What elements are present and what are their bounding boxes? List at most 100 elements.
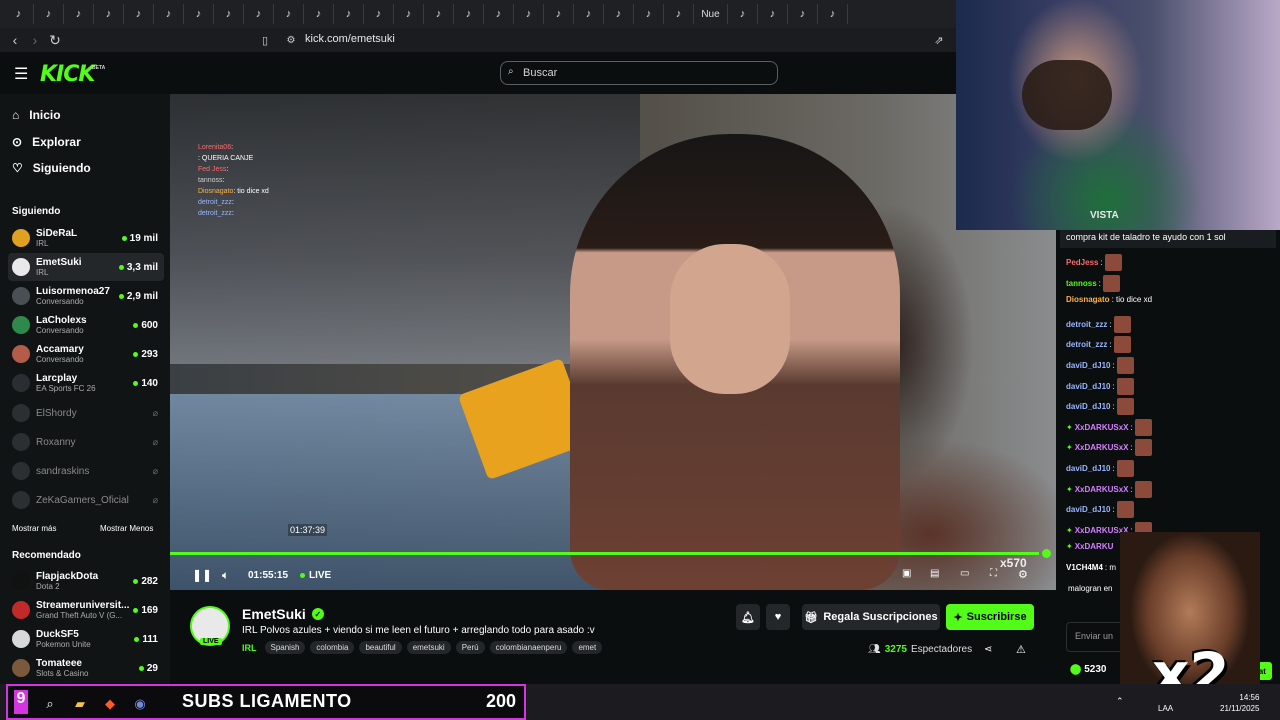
browser-tab[interactable]: ♪	[664, 4, 694, 24]
system-clock[interactable]: 14:56 21/11/2025	[1220, 692, 1259, 714]
browser-tab[interactable]: ♪	[364, 4, 394, 24]
browser-tab[interactable]: ♪	[484, 4, 514, 24]
browser-tab[interactable]: ♪	[34, 4, 64, 24]
chat-username[interactable]: XxDARKUSxX	[1075, 443, 1129, 452]
tag-chip[interactable]: Spanish	[264, 641, 306, 654]
sidebar-item-explorar[interactable]: ⊙ Explorar	[12, 135, 81, 149]
pip-icon[interactable]: ▣	[902, 568, 911, 579]
sidebar-channel[interactable]: ElShordy ⌀	[8, 399, 164, 427]
chat-username[interactable]: PedJess	[1066, 258, 1098, 267]
chat-username[interactable]: daviD_dJ10	[1066, 382, 1110, 391]
chat-username[interactable]: XxDARKU	[1075, 542, 1114, 551]
gift-subs-button[interactable]: 🎁︎ Regala Suscripciones	[802, 604, 940, 630]
chevron-up-icon[interactable]: ⌃	[1116, 696, 1124, 707]
report-icon[interactable]: ⚠	[1016, 643, 1026, 656]
chat-username[interactable]: detroit_zzz	[1066, 320, 1107, 329]
sidebar-channel[interactable]: SiDeRaL IRL 19 mil	[8, 224, 164, 252]
pause-icon[interactable]: ❚❚	[192, 568, 212, 582]
search-icon[interactable]: ⌕	[42, 696, 58, 712]
volume-icon[interactable]: 🔈︎	[222, 568, 229, 583]
browser-tab[interactable]: ♪	[214, 4, 244, 24]
progress-bar[interactable]	[170, 552, 1040, 555]
chat-username[interactable]: V1CH4M4	[1066, 563, 1103, 572]
browser-tab[interactable]: ♪	[788, 4, 818, 24]
site-info-icon[interactable]: ⚙	[282, 31, 300, 49]
browser-tab[interactable]: ♪	[94, 4, 124, 24]
folder-icon[interactable]: ▰	[72, 696, 88, 712]
browser-tab[interactable]: ♪	[274, 4, 304, 24]
follow-button[interactable]: ♥	[766, 604, 790, 630]
sidebar-item-inicio[interactable]: ⌂ Inicio	[12, 108, 61, 122]
browser-tab[interactable]: ♪	[184, 4, 214, 24]
sidebar-channel[interactable]: Streameruniversit... Grand Theft Auto V (…	[8, 596, 164, 624]
browser-tab[interactable]: ♪	[394, 4, 424, 24]
sidebar-channel[interactable]: sandraskins ⌀	[8, 457, 164, 485]
settings-icon[interactable]: ⚙	[1018, 568, 1028, 581]
tag-chip[interactable]: beautiful	[359, 641, 402, 654]
browser-tab[interactable]: ♪	[758, 4, 788, 24]
share-icon[interactable]: ⋖	[984, 644, 992, 655]
channel-name[interactable]: EmetSuki ✓	[242, 606, 324, 622]
browser-tab[interactable]: Nue	[694, 4, 728, 24]
fullscreen-icon[interactable]: ⛶	[990, 568, 997, 579]
notification-button[interactable]: 🔔︎	[736, 604, 760, 630]
chat-username[interactable]: daviD_dJ10	[1066, 505, 1110, 514]
tag-chip[interactable]: emetsuki	[406, 641, 451, 654]
browser-tab[interactable]: ♪	[818, 4, 848, 24]
category-link[interactable]: IRL	[242, 643, 257, 653]
browser-tab[interactable]: ♪	[64, 4, 94, 24]
forward-icon[interactable]: ›	[26, 31, 44, 49]
browser-tab[interactable]: ♪	[454, 4, 484, 24]
sidebar-channel[interactable]: Roxanny ⌀	[8, 428, 164, 456]
pinned-message[interactable]: compra kit de taladro te ayudo con 1 sol	[1060, 230, 1276, 248]
tag-chip[interactable]: Perú	[455, 641, 485, 654]
chat-username[interactable]: Diosnagato	[1066, 295, 1110, 304]
language-indicator[interactable]: LAA	[1158, 704, 1173, 713]
video-player[interactable]: Lorenita06:: QUERIA CANJE Fed Jess: tannos…	[170, 94, 1056, 590]
chat-username[interactable]: XxDARKUSxX	[1075, 423, 1129, 432]
browser-tab[interactable]: ♪	[244, 4, 274, 24]
tag-chip[interactable]: colombia	[310, 641, 355, 654]
kick-logo[interactable]: KICK	[40, 62, 95, 87]
menu-icon[interactable]: ☰	[14, 64, 28, 84]
chat-username[interactable]: daviD_dJ10	[1066, 402, 1110, 411]
back-icon[interactable]: ‹	[6, 31, 24, 49]
live-indicator[interactable]: LIVE	[300, 570, 331, 581]
brave-icon[interactable]: ◆	[102, 696, 118, 712]
sidebar-channel[interactable]: Accamary Conversando 293	[8, 340, 164, 368]
url-field[interactable]: kick.com/emetsuki	[305, 33, 395, 45]
sidebar-channel[interactable]: EmetSuki IRL 3,3 mil	[8, 253, 164, 281]
browser-tab[interactable]: ♪	[634, 4, 664, 24]
browser-tab[interactable]: ♪	[154, 4, 184, 24]
channel-points[interactable]: ⬤ 5230	[1070, 664, 1106, 675]
tag-chip[interactable]: colombianaenperu	[489, 641, 568, 654]
clip-icon[interactable]: ▤	[930, 568, 939, 579]
share-icon[interactable]: ⇗	[930, 31, 948, 49]
theater-icon[interactable]: ▭	[960, 568, 969, 579]
chat-username[interactable]: daviD_dJ10	[1066, 361, 1110, 370]
chat-username[interactable]: tannoss	[1066, 279, 1097, 288]
show-more-button[interactable]: Mostrar más	[12, 524, 56, 533]
browser-tab[interactable]: ♪	[604, 4, 634, 24]
sidebar-channel[interactable]: FlapjackDota Dota 2 282	[8, 567, 164, 595]
browser-tab[interactable]: ♪	[334, 4, 364, 24]
sidebar-channel[interactable]: Tomateee Slots & Casino 29	[8, 654, 164, 682]
browser-tab[interactable]: ♪	[4, 4, 34, 24]
progress-handle[interactable]	[1042, 549, 1051, 558]
sidebar-channel[interactable]: Luisormenoa27 Conversando 2,9 mil	[8, 282, 164, 310]
bookmark-icon[interactable]: ▯	[256, 31, 274, 49]
chat-username[interactable]: daviD_dJ10	[1066, 464, 1110, 473]
browser-tab[interactable]: ♪	[544, 4, 574, 24]
sidebar-channel[interactable]: ZeKaGamers_Oficial ⌀	[8, 486, 164, 514]
subscribe-button[interactable]: ✦ Suscribirse	[946, 604, 1034, 630]
tag-chip[interactable]: emet	[572, 641, 603, 654]
sidebar-channel[interactable]: Larcplay EA Sports FC 26 140	[8, 369, 164, 397]
browser-tab[interactable]: ♪	[124, 4, 154, 24]
browser-tab[interactable]: ♪	[514, 4, 544, 24]
reload-icon[interactable]: ↻	[46, 31, 64, 49]
search-input[interactable]: ⌕ Buscar	[500, 61, 778, 85]
browser-tab[interactable]: ♪	[574, 4, 604, 24]
chat-username[interactable]: XxDARKUSxX	[1075, 485, 1129, 494]
sidebar-channel[interactable]: LaCholexs Conversando 600	[8, 311, 164, 339]
discord-icon[interactable]: ◉	[132, 696, 148, 712]
